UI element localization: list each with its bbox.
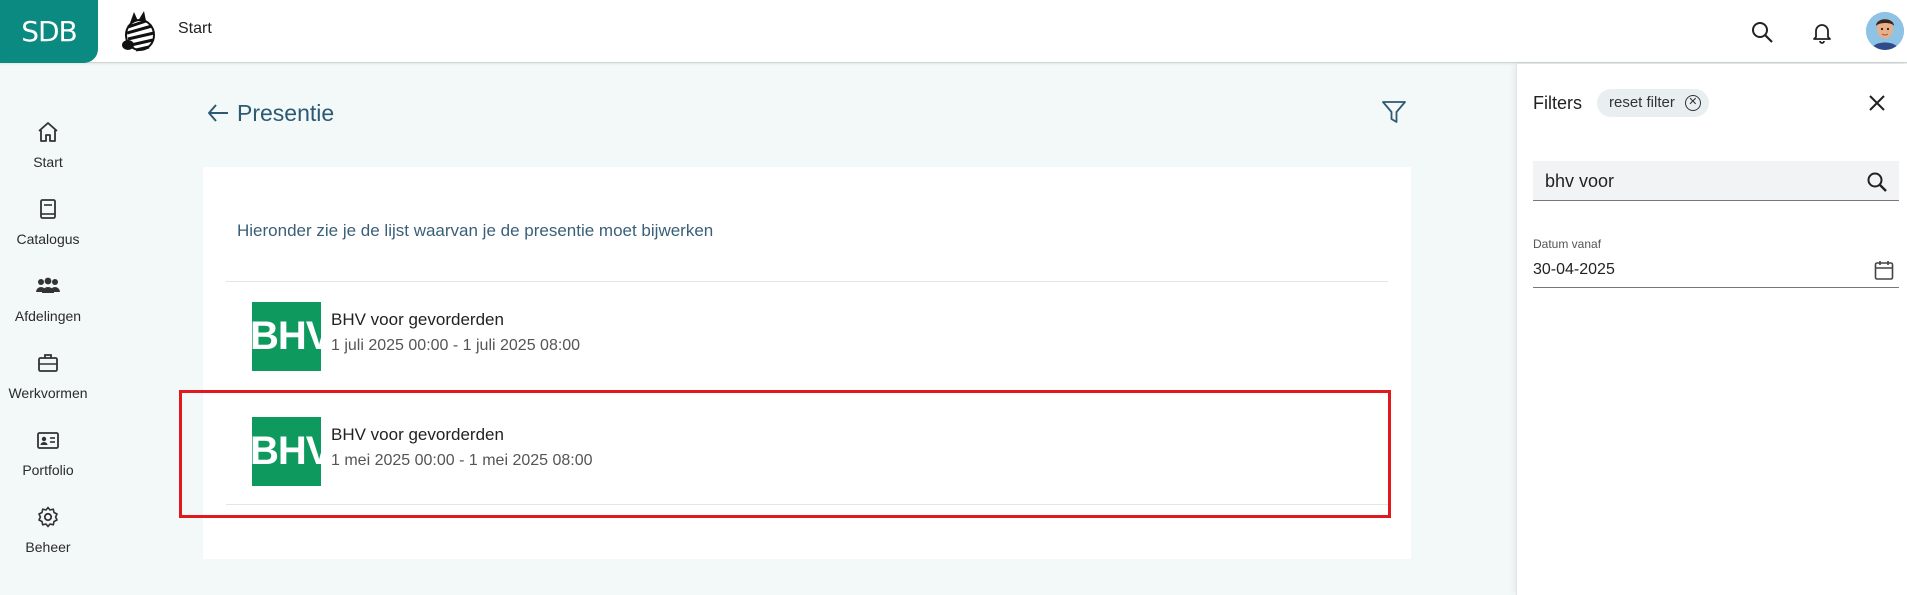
filters-title: Filters	[1533, 93, 1582, 113]
sidebar-item-catalogus[interactable]: Catalogus	[0, 193, 96, 263]
sidebar-item-afdelingen[interactable]: Afdelingen	[0, 270, 96, 340]
page-title: Presentie	[237, 100, 335, 126]
clear-circle-icon[interactable]: ✕	[1684, 95, 1701, 111]
divider	[226, 504, 1388, 505]
sidebar-item-start[interactable]: Start	[0, 116, 96, 186]
sdb-logo[interactable]: SDB	[0, 0, 98, 63]
course-dates: 1 juli 2025 00:00 - 1 juli 2025 08:00	[331, 337, 581, 354]
sidebar-item-label: Portfolio	[22, 462, 74, 478]
list-item[interactable]: BHV BHV voor gevorderden 1 mei 2025 00:0…	[226, 397, 1388, 509]
filters-panel: Filters reset filter ✕ Datum vanaf	[1516, 64, 1907, 595]
filter-search-field	[1533, 161, 1899, 201]
sidebar-item-label: Afdelingen	[14, 308, 82, 324]
home-icon	[34, 118, 62, 146]
course-thumbnail: BHV	[252, 417, 321, 486]
reset-filter-label: reset filter	[1609, 94, 1675, 111]
id-card-icon	[34, 426, 62, 454]
sidebar-item-werkvormen[interactable]: Werkvormen	[0, 347, 96, 417]
user-avatar[interactable]	[1866, 12, 1904, 50]
course-title: BHV voor gevorderden	[331, 425, 504, 444]
presence-list-card: Hieronder zie je de lijst waarvan je de …	[203, 167, 1411, 559]
sidebar-item-portfolio[interactable]: Portfolio	[0, 424, 96, 494]
course-title: BHV voor gevorderden	[331, 310, 504, 329]
briefcase-icon	[34, 349, 62, 377]
top-header: SDB Start	[0, 0, 1907, 63]
filter-search-input[interactable]	[1545, 170, 1845, 192]
course-thumbnail: BHV	[252, 302, 321, 371]
bell-icon[interactable]	[1808, 18, 1836, 46]
close-icon[interactable]	[1865, 91, 1891, 117]
people-icon	[34, 272, 62, 300]
list-item[interactable]: BHV BHV voor gevorderden 1 juli 2025 00:…	[226, 282, 1388, 394]
search-icon[interactable]	[1865, 170, 1889, 194]
left-sidebar: Start Catalogus Afdelingen Werkvormen Po…	[0, 64, 96, 595]
calendar-icon[interactable]	[1873, 259, 1895, 281]
breadcrumb-start[interactable]: Start	[178, 20, 212, 38]
sidebar-item-beheer[interactable]: Beheer	[0, 501, 96, 571]
search-icon[interactable]	[1748, 18, 1776, 46]
book-icon	[34, 195, 62, 223]
sidebar-item-label: Catalogus	[16, 231, 80, 247]
date-from-field[interactable]	[1533, 254, 1899, 288]
date-from-label: Datum vanaf	[1533, 237, 1602, 251]
course-dates: 1 mei 2025 00:00 - 1 mei 2025 08:00	[331, 452, 593, 469]
intro-text: Hieronder zie je de lijst waarvan je de …	[237, 221, 714, 240]
back-arrow-icon[interactable]	[205, 100, 233, 128]
sidebar-item-label: Werkvormen	[8, 385, 88, 401]
gear-icon	[34, 503, 62, 531]
zebra-logo-icon[interactable]	[116, 9, 160, 53]
reset-filter-chip[interactable]: reset filter ✕	[1597, 89, 1709, 117]
date-from-input[interactable]	[1533, 259, 1833, 281]
sidebar-item-label: Beheer	[25, 539, 71, 555]
filter-icon[interactable]	[1380, 98, 1410, 128]
sidebar-item-label: Start	[33, 154, 63, 170]
